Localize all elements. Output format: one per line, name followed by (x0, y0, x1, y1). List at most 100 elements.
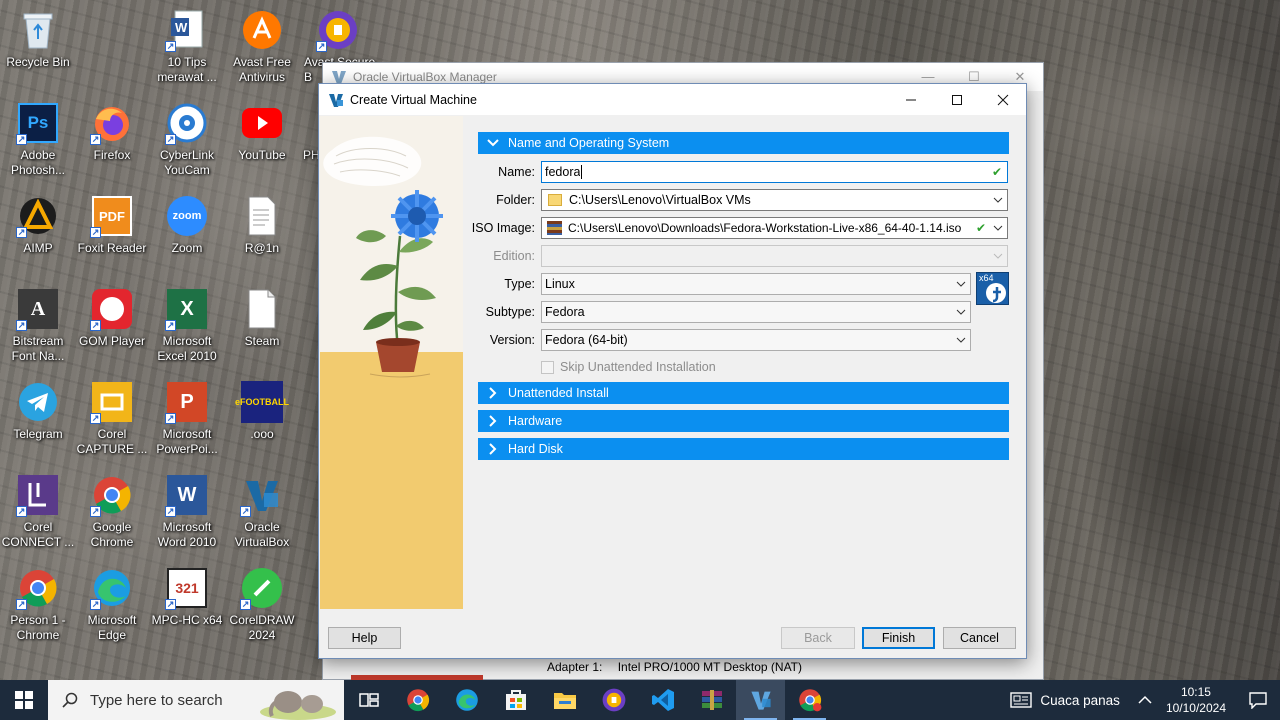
word-document-icon: W ↗ (165, 8, 209, 52)
skip-unattended-checkbox[interactable]: Skip Unattended Installation (541, 360, 716, 374)
desktop-icon-zoom[interactable]: zoom Zoom (149, 190, 225, 280)
telegram-icon (16, 380, 60, 424)
version-select[interactable]: Fedora (64-bit) (541, 329, 971, 351)
dialog-titlebar: Create Virtual Machine (319, 84, 1026, 115)
weather-widget[interactable]: Cuaca panas (1010, 692, 1120, 708)
system-tray: Cuaca panas 10:15 10/10/2024 (1010, 680, 1280, 720)
taskbar-winrar[interactable] (687, 680, 736, 720)
taskbar-store[interactable] (491, 680, 540, 720)
desktop-icon-10-tips[interactable]: W ↗ 10 Tips merawat ... (149, 4, 225, 94)
adapter-label: Adapter 1: (547, 660, 603, 674)
adapter-value: Intel PRO/1000 MT Desktop (NAT) (617, 660, 803, 674)
chevron-right-icon (478, 442, 508, 456)
iso-image-select[interactable]: C:\Users\Lenovo\Downloads\Fedora-Worksta… (541, 217, 1008, 239)
type-select[interactable]: Linux (541, 273, 971, 295)
desktop-icon-gom[interactable]: ↗ GOM Player (74, 283, 150, 373)
taskbar-chrome[interactable] (393, 680, 442, 720)
taskbar-file-explorer[interactable] (540, 680, 589, 720)
excel-icon: X ↗ (165, 287, 209, 331)
taskbar-chrome-profile[interactable] (785, 680, 834, 720)
desktop-icon-powerpoint[interactable]: P ↗ Microsoft PowerPoi... (149, 376, 225, 466)
chevron-down-icon (989, 253, 1007, 259)
section-hard-disk[interactable]: Hard Disk (478, 438, 1009, 460)
desktop-icon-foxit[interactable]: PDF ↗ Foxit Reader (74, 190, 150, 280)
folder-select[interactable]: C:\Users\Lenovo\VirtualBox VMs (541, 189, 1008, 211)
folder-icon (548, 194, 562, 206)
chevron-down-icon (478, 138, 508, 148)
desktop-icon-corel-connect[interactable]: ↗ Corel CONNECT ... (0, 469, 76, 559)
valid-check-icon: ✔ (975, 221, 986, 235)
iso-image-value: C:\Users\Lenovo\Downloads\Fedora-Worksta… (568, 221, 962, 235)
start-button[interactable] (0, 680, 48, 720)
finish-button[interactable]: Finish (862, 627, 935, 649)
weather-text: Cuaca panas (1040, 692, 1120, 708)
valid-check-icon: ✔ (991, 165, 1002, 179)
weather-news-icon (1010, 692, 1033, 708)
taskbar-clock[interactable]: 10:15 10/10/2024 (1166, 684, 1226, 716)
desktop-icon-aimp[interactable]: ↗ AIMP (0, 190, 76, 280)
taskbar-task-view[interactable] (344, 680, 393, 720)
desktop-icon-r1n[interactable]: R@1n (224, 190, 300, 280)
chrome-profile-icon (798, 689, 821, 712)
chevron-down-icon (989, 197, 1007, 203)
cancel-button[interactable]: Cancel (943, 627, 1016, 649)
desktop-icon-avast[interactable]: Avast Free Antivirus (224, 4, 300, 94)
section-name-and-os-label: Name and Operating System (508, 136, 670, 150)
subtype-select[interactable]: Fedora (541, 301, 971, 323)
desktop-icon-corel-capture[interactable]: ↗ Corel CAPTURE ... (74, 376, 150, 466)
flower-pot-illustration (323, 136, 443, 378)
desktop-icon-ooo[interactable]: eFOOTBALL .ooo (224, 376, 300, 466)
section-hardware[interactable]: Hardware (478, 410, 1009, 432)
version-value: Fedora (64-bit) (545, 333, 628, 347)
desktop-icon-excel[interactable]: X ↗ Microsoft Excel 2010 (149, 283, 225, 373)
help-button[interactable]: Help (328, 627, 401, 649)
taskbar-virtualbox[interactable] (736, 680, 785, 720)
chrome-icon: ↗ (90, 473, 134, 517)
close-button[interactable] (980, 84, 1026, 115)
desktop-icon-photoshop[interactable]: Ps ↗ Adobe Photosh... (0, 97, 76, 187)
fedora-os-badge: x64 (976, 272, 1009, 305)
chrome-icon (406, 689, 429, 712)
edge-icon (455, 689, 478, 711)
back-button[interactable]: Back (781, 627, 855, 649)
taskbar-search-box[interactable]: Type here to search (48, 680, 344, 720)
notification-button[interactable] (1236, 680, 1280, 720)
desktop-icon-recycle-bin[interactable]: Recycle Bin (0, 4, 76, 94)
desktop-icon-person1-chrome[interactable]: ↗ Person 1 - Chrome (0, 562, 76, 652)
store-icon (505, 690, 526, 710)
desktop-icon-youcam[interactable]: ↗ CyberLink YouCam (149, 97, 225, 187)
chevron-up-icon[interactable] (1138, 695, 1152, 705)
avast-icon (240, 8, 284, 52)
desktop-icon-edge[interactable]: ↗ Microsoft Edge (74, 562, 150, 652)
youcam-icon: ↗ (165, 101, 209, 145)
taskbar-vscode[interactable] (638, 680, 687, 720)
taskbar-avast-secure[interactable] (589, 680, 638, 720)
section-unattended-label: Unattended Install (508, 386, 609, 400)
desktop-icon-steam[interactable]: Steam (224, 283, 300, 373)
desktop-icon-firefox[interactable]: ↗ Firefox (74, 97, 150, 187)
name-input[interactable]: fedora ✔ (541, 161, 1008, 183)
desktop-icon-word[interactable]: W ↗ Microsoft Word 2010 (149, 469, 225, 559)
desktop-icon-mpc-hc[interactable]: 321 ↗ MPC-HC x64 (149, 562, 225, 652)
section-hard-disk-label: Hard Disk (508, 442, 563, 456)
search-icon (62, 692, 78, 708)
desktop-icon-youtube[interactable]: YouTube (224, 97, 300, 187)
desktop-icon-coreldraw[interactable]: ↗ CorelDRAW 2024 (224, 562, 300, 652)
desktop-icon-bitstream[interactable]: A ↗ Bitstream Font Na... (0, 283, 76, 373)
desktop-icon-google-chrome[interactable]: ↗ Google Chrome (74, 469, 150, 559)
section-unattended-install[interactable]: Unattended Install (478, 382, 1009, 404)
text-file-icon (240, 194, 284, 238)
taskbar-edge[interactable] (442, 680, 491, 720)
desktop-icon-virtualbox[interactable]: ↗ Oracle VirtualBox (224, 469, 300, 559)
maximize-button[interactable] (934, 84, 980, 115)
windows-icon (15, 691, 33, 709)
edition-select[interactable] (541, 245, 1008, 267)
minimize-button[interactable] (888, 84, 934, 115)
aimp-icon: ↗ (16, 194, 60, 238)
chevron-down-icon (952, 337, 970, 343)
desktop-icon-telegram[interactable]: Telegram (0, 376, 76, 466)
vscode-icon (651, 689, 674, 711)
type-value: Linux (545, 277, 575, 291)
bitstream-icon: A ↗ (16, 287, 60, 331)
section-name-and-os[interactable]: Name and Operating System (478, 132, 1009, 154)
